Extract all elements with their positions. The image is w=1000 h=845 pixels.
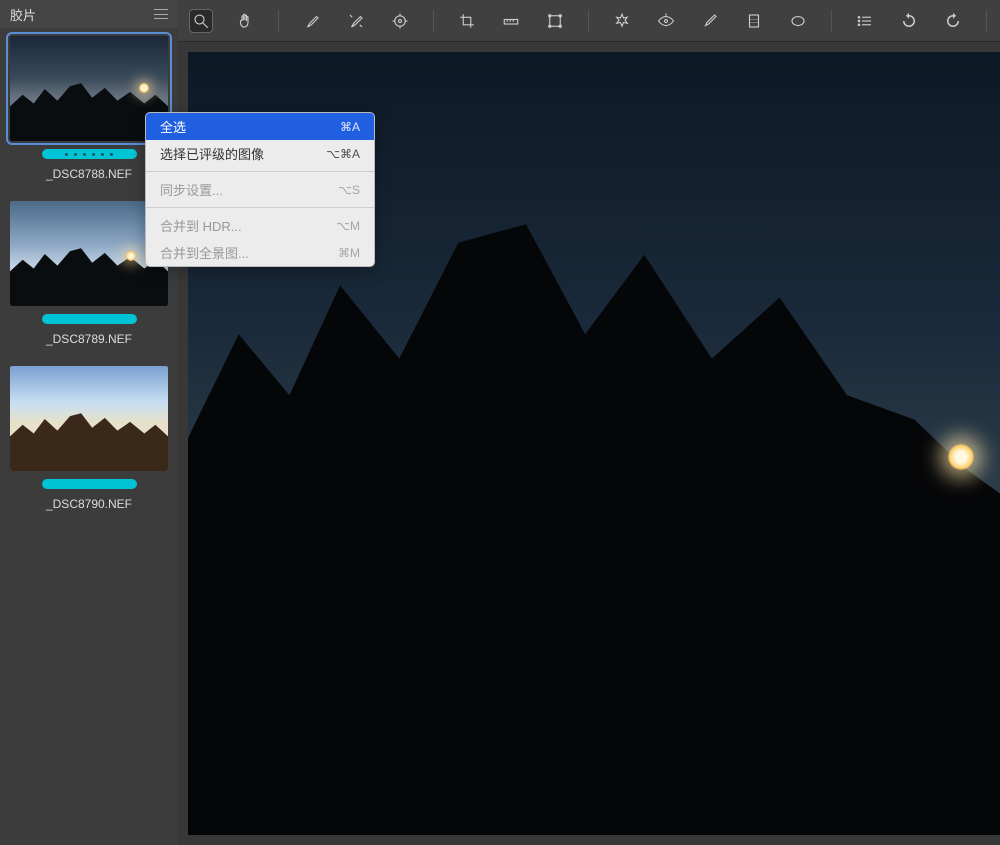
sidebar-header: 胶片 [0, 0, 178, 28]
rotate-cw-icon[interactable] [942, 10, 964, 32]
menu-item-label: 选择已评级的图像 [160, 144, 264, 163]
eyedropper-icon[interactable] [301, 10, 323, 32]
crop-icon[interactable] [456, 10, 478, 32]
menu-item-shortcut: ⌥S [338, 183, 360, 197]
target-adjustment-icon[interactable] [389, 10, 411, 32]
menu-item-label: 合并到 HDR... [160, 216, 242, 235]
spot-removal-icon[interactable] [611, 10, 633, 32]
menu-separator [146, 207, 374, 208]
menu-item-shortcut: ⌥M [336, 219, 360, 233]
zoom-tool-icon[interactable] [190, 10, 212, 32]
menu-item-label: 全选 [160, 117, 186, 136]
toolbar-divider [831, 10, 832, 32]
menu-select-rated[interactable]: 选择已评级的图像 ⌥⌘A [146, 140, 374, 167]
hamburger-icon[interactable] [154, 9, 168, 19]
straighten-icon[interactable] [500, 10, 522, 32]
toolbar-divider [433, 10, 434, 32]
menu-merge-panorama[interactable]: 合并到全景图... ⌘M [146, 239, 374, 266]
list-icon[interactable] [854, 10, 876, 32]
menu-select-all[interactable]: 全选 ⌘A [146, 113, 374, 140]
toolbar-divider [588, 10, 589, 32]
thumbnail-image[interactable] [10, 366, 168, 471]
graduated-filter-icon[interactable] [743, 10, 765, 32]
menu-item-shortcut: ⌘A [340, 120, 360, 134]
thumbnail-label: _DSC8789.NEF [46, 332, 132, 346]
toolbar-divider [278, 10, 279, 32]
thumbnail-item[interactable]: _DSC8790.NEF [10, 366, 168, 511]
rating-bar[interactable] [42, 314, 137, 324]
menu-item-label: 同步设置... [160, 180, 223, 199]
transform-icon[interactable] [544, 10, 566, 32]
toolbar-divider [986, 10, 987, 32]
thumbnail-list: _DSC8788.NEF _DSC8789.NEF _DSC8790.NEF [0, 28, 178, 519]
hand-tool-icon[interactable] [234, 10, 256, 32]
rotate-ccw-icon[interactable] [898, 10, 920, 32]
menu-item-shortcut: ⌥⌘A [326, 147, 360, 161]
menu-item-shortcut: ⌘M [338, 246, 360, 260]
thumbnail-label: _DSC8790.NEF [46, 497, 132, 511]
menu-sync-settings[interactable]: 同步设置... ⌥S [146, 176, 374, 203]
adjustment-brush-icon[interactable] [699, 10, 721, 32]
menu-item-label: 合并到全景图... [160, 243, 249, 262]
menu-merge-hdr[interactable]: 合并到 HDR... ⌥M [146, 212, 374, 239]
rating-bar[interactable] [42, 149, 137, 159]
red-eye-icon[interactable] [655, 10, 677, 32]
toolbar [178, 0, 1000, 42]
context-menu: 全选 ⌘A 选择已评级的图像 ⌥⌘A 同步设置... ⌥S 合并到 HDR...… [145, 112, 375, 267]
color-sampler-icon[interactable] [345, 10, 367, 32]
menu-separator [146, 171, 374, 172]
thumbnail-label: _DSC8788.NEF [46, 167, 132, 181]
rating-bar[interactable] [42, 479, 137, 489]
sidebar-title: 胶片 [10, 5, 36, 24]
radial-filter-icon[interactable] [787, 10, 809, 32]
